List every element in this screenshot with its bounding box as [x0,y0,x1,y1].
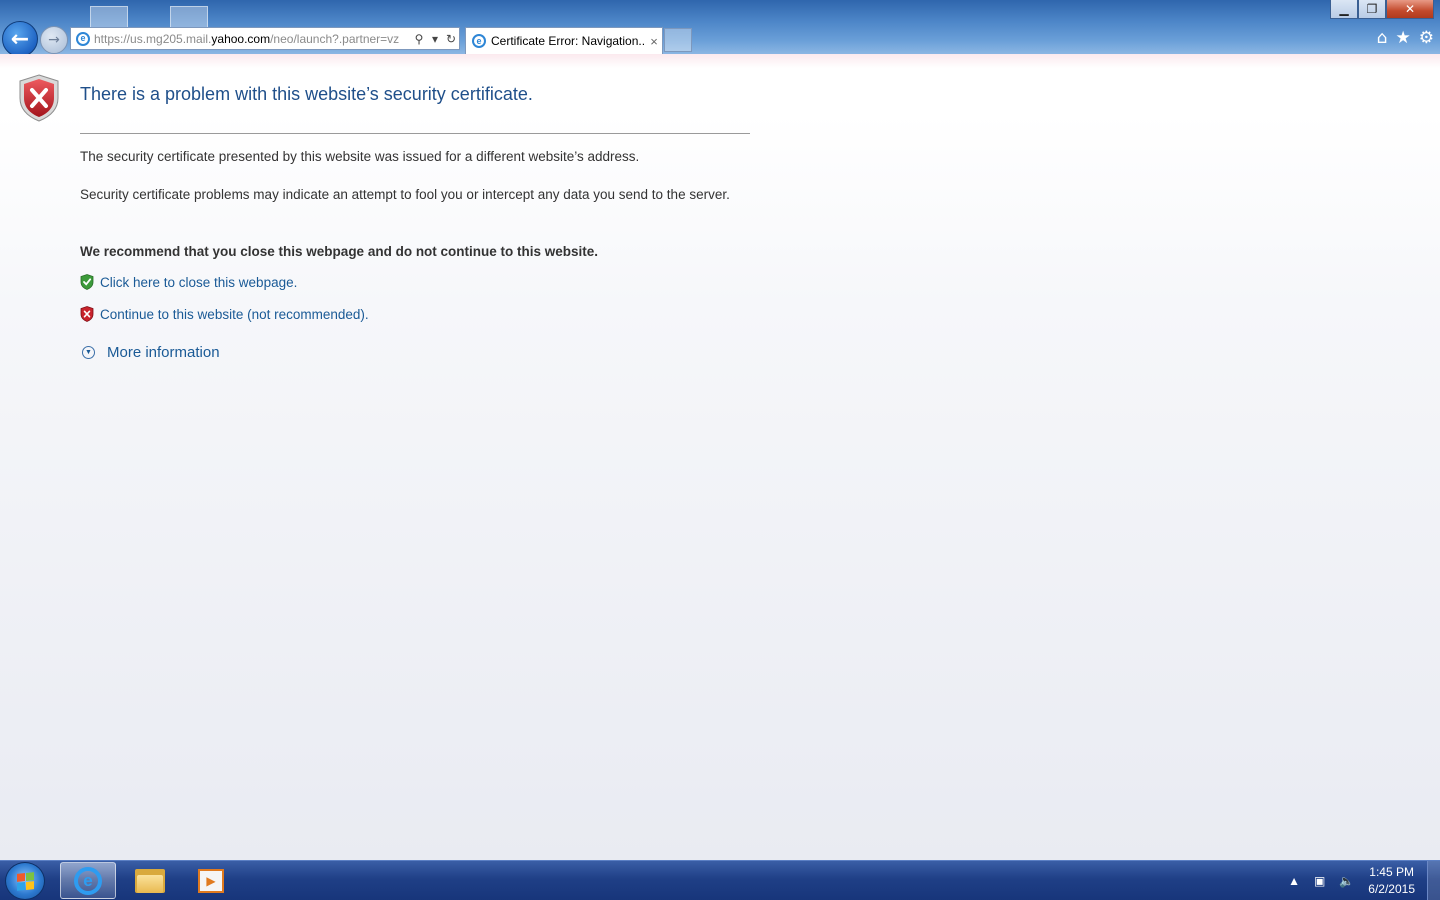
danger-shield-icon [80,306,94,322]
action-center-icon[interactable]: ▣ [1314,874,1325,888]
certificate-warning-text: Security certificate problems may indica… [80,187,730,202]
show-desktop-button[interactable] [1427,861,1440,900]
forward-arrow-icon: → [48,32,60,48]
tools-gear-icon[interactable]: ⚙ [1419,28,1434,48]
close-webpage-action[interactable]: Click here to close this webpage. [80,274,297,290]
clock[interactable]: 1:45 PM 6/2/2015 [1368,864,1415,898]
ie-page-icon: e [76,31,90,46]
recommendation-text: We recommend that you close this webpage… [80,244,599,259]
tab-title: Certificate Error: Navigation... [491,34,646,48]
url-suffix: /neo/launch?.partner=vz [270,31,400,46]
window-controls: ▁ ❐ ✕ [1330,0,1434,19]
browser-chrome: ▁ ❐ ✕ ← → e https://us.mg205.mail.yahoo.… [0,0,1440,54]
close-tab-icon[interactable]: × [646,34,662,49]
expand-chevron-icon: ▼ [82,346,95,359]
taskbar-internet-explorer[interactable]: e [60,862,116,899]
system-tray: ▲ ▣ 🔈 1:45 PM 6/2/2015 [1288,861,1440,900]
folder-icon [135,868,165,893]
security-shield-error-icon [19,74,59,122]
dropdown-arrow-icon[interactable]: ▾ [427,32,443,46]
media-player-icon: ▶ [198,868,224,893]
internet-explorer-icon: e [74,866,102,895]
taskbar-media-player[interactable]: ▶ [183,862,239,899]
back-button[interactable]: ← [2,21,38,54]
close-window-button[interactable]: ✕ [1386,0,1434,19]
volume-icon[interactable]: 🔈 [1339,874,1354,888]
more-information-toggle[interactable]: ▼ More information [82,344,220,361]
new-tab-button[interactable] [664,28,692,52]
divider [80,133,750,134]
show-hidden-icons-icon[interactable]: ▲ [1288,874,1300,888]
command-icons: ⌂ ★ ⚙ [1377,28,1434,48]
taskbar-windows-explorer[interactable] [122,862,178,899]
maximize-button[interactable]: ❐ [1358,0,1386,19]
continue-website-action[interactable]: Continue to this website (not recommende… [80,306,369,322]
favorites-star-icon[interactable]: ★ [1396,28,1411,48]
tab-certificate-error[interactable]: e Certificate Error: Navigation... × [465,27,663,54]
windows-logo-icon [16,871,34,891]
address-url[interactable]: https://us.mg205.mail.yahoo.com/neo/laun… [94,32,411,46]
url-host: yahoo.com [211,31,271,46]
taskbar: e ▶ ▲ ▣ 🔈 1:45 PM 6/2/2015 [0,860,1440,900]
clock-time: 1:45 PM [1369,865,1414,879]
continue-website-link[interactable]: Continue to this website (not recommende… [100,307,369,322]
start-button[interactable] [5,862,45,900]
ie-tab-icon: e [472,34,486,48]
close-webpage-link[interactable]: Click here to close this webpage. [100,275,297,290]
safe-shield-icon [80,274,94,290]
back-arrow-icon: ← [10,26,30,52]
more-information-label: More information [107,344,220,361]
url-prefix: https://us.mg205.mail. [94,31,212,46]
address-bar[interactable]: e https://us.mg205.mail.yahoo.com/neo/la… [70,27,460,50]
search-icon[interactable]: ⚲ [411,32,427,46]
forward-button[interactable]: → [40,26,68,54]
page-content: There is a problem with this website’s s… [0,54,1440,860]
home-icon[interactable]: ⌂ [1377,28,1388,48]
clock-date: 6/2/2015 [1368,882,1415,896]
page-title: There is a problem with this website’s s… [80,84,533,104]
minimize-button[interactable]: ▁ [1330,0,1358,19]
certificate-mismatch-text: The security certificate presented by th… [80,149,640,164]
refresh-icon[interactable]: ↻ [443,32,459,46]
